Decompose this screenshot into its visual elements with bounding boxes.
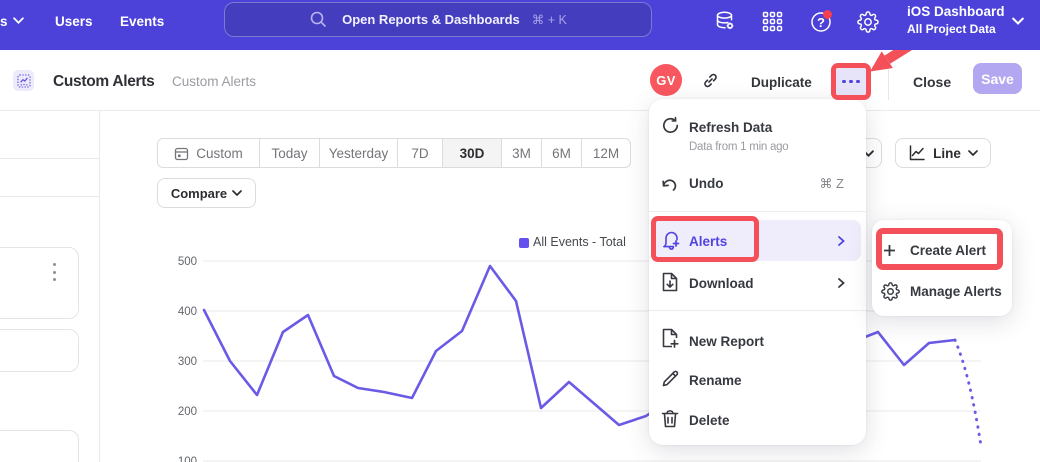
svg-text:500: 500 — [178, 256, 197, 268]
svg-text:200: 200 — [178, 406, 197, 418]
svg-text:All Events - Total: All Events - Total — [533, 235, 626, 249]
svg-text:100: 100 — [178, 456, 197, 462]
svg-text:300: 300 — [178, 356, 197, 368]
svg-text:400: 400 — [178, 306, 197, 318]
